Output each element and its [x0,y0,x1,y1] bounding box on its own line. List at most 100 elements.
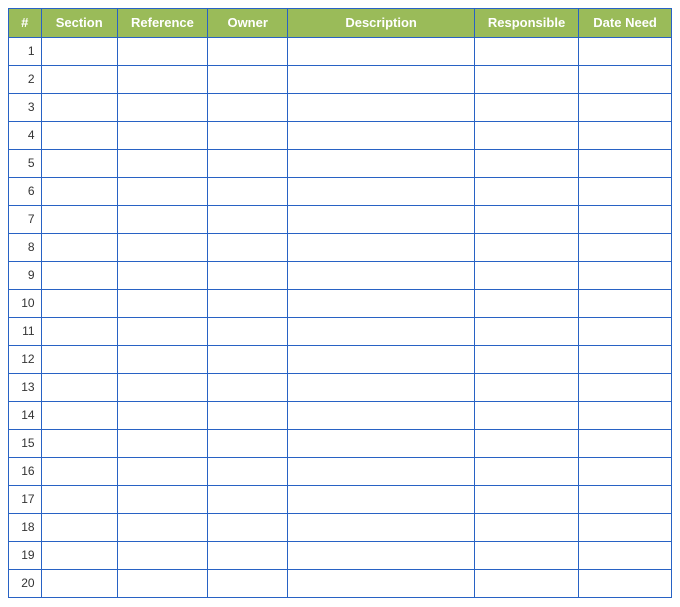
cell-date-need[interactable] [579,317,671,345]
cell-description[interactable] [288,121,475,149]
cell-num[interactable]: 9 [9,261,41,289]
cell-owner[interactable] [208,233,288,261]
cell-num[interactable]: 2 [9,65,41,93]
cell-reference[interactable] [117,93,207,121]
cell-section[interactable] [41,93,117,121]
cell-section[interactable] [41,177,117,205]
cell-section[interactable] [41,65,117,93]
cell-description[interactable] [288,457,475,485]
cell-section[interactable] [41,37,117,65]
cell-reference[interactable] [117,233,207,261]
cell-description[interactable] [288,541,475,569]
cell-section[interactable] [41,317,117,345]
cell-date-need[interactable] [579,233,671,261]
cell-date-need[interactable] [579,513,671,541]
cell-section[interactable] [41,373,117,401]
cell-responsible[interactable] [474,513,578,541]
cell-description[interactable] [288,149,475,177]
cell-num[interactable]: 10 [9,289,41,317]
cell-date-need[interactable] [579,401,671,429]
cell-section[interactable] [41,457,117,485]
cell-section[interactable] [41,261,117,289]
cell-num[interactable]: 15 [9,429,41,457]
cell-owner[interactable] [208,485,288,513]
cell-section[interactable] [41,205,117,233]
cell-description[interactable] [288,233,475,261]
cell-owner[interactable] [208,149,288,177]
cell-description[interactable] [288,485,475,513]
cell-responsible[interactable] [474,121,578,149]
cell-reference[interactable] [117,513,207,541]
cell-date-need[interactable] [579,205,671,233]
cell-num[interactable]: 1 [9,37,41,65]
cell-owner[interactable] [208,93,288,121]
cell-owner[interactable] [208,401,288,429]
cell-owner[interactable] [208,429,288,457]
cell-num[interactable]: 17 [9,485,41,513]
cell-reference[interactable] [117,485,207,513]
cell-owner[interactable] [208,373,288,401]
cell-reference[interactable] [117,37,207,65]
cell-responsible[interactable] [474,205,578,233]
cell-description[interactable] [288,373,475,401]
cell-num[interactable]: 19 [9,541,41,569]
cell-date-need[interactable] [579,373,671,401]
cell-owner[interactable] [208,289,288,317]
cell-num[interactable]: 13 [9,373,41,401]
cell-owner[interactable] [208,457,288,485]
cell-date-need[interactable] [579,485,671,513]
cell-reference[interactable] [117,205,207,233]
cell-description[interactable] [288,289,475,317]
cell-responsible[interactable] [474,177,578,205]
cell-section[interactable] [41,149,117,177]
cell-responsible[interactable] [474,65,578,93]
cell-reference[interactable] [117,317,207,345]
cell-num[interactable]: 6 [9,177,41,205]
cell-responsible[interactable] [474,569,578,597]
cell-responsible[interactable] [474,233,578,261]
cell-reference[interactable] [117,289,207,317]
cell-description[interactable] [288,65,475,93]
cell-reference[interactable] [117,177,207,205]
cell-num[interactable]: 11 [9,317,41,345]
cell-responsible[interactable] [474,261,578,289]
cell-description[interactable] [288,345,475,373]
cell-section[interactable] [41,513,117,541]
cell-owner[interactable] [208,121,288,149]
cell-owner[interactable] [208,345,288,373]
cell-reference[interactable] [117,401,207,429]
cell-owner[interactable] [208,513,288,541]
cell-description[interactable] [288,205,475,233]
cell-reference[interactable] [117,569,207,597]
cell-date-need[interactable] [579,65,671,93]
cell-num[interactable]: 8 [9,233,41,261]
cell-reference[interactable] [117,373,207,401]
cell-reference[interactable] [117,149,207,177]
cell-section[interactable] [41,345,117,373]
cell-date-need[interactable] [579,93,671,121]
cell-description[interactable] [288,401,475,429]
cell-owner[interactable] [208,37,288,65]
cell-owner[interactable] [208,65,288,93]
cell-reference[interactable] [117,541,207,569]
cell-responsible[interactable] [474,37,578,65]
cell-reference[interactable] [117,121,207,149]
cell-responsible[interactable] [474,373,578,401]
cell-num[interactable]: 4 [9,121,41,149]
cell-section[interactable] [41,541,117,569]
cell-responsible[interactable] [474,93,578,121]
cell-date-need[interactable] [579,541,671,569]
cell-owner[interactable] [208,177,288,205]
cell-num[interactable]: 14 [9,401,41,429]
cell-reference[interactable] [117,261,207,289]
cell-reference[interactable] [117,429,207,457]
cell-description[interactable] [288,317,475,345]
cell-description[interactable] [288,513,475,541]
cell-owner[interactable] [208,261,288,289]
cell-responsible[interactable] [474,149,578,177]
cell-date-need[interactable] [579,429,671,457]
cell-owner[interactable] [208,205,288,233]
cell-reference[interactable] [117,345,207,373]
cell-owner[interactable] [208,569,288,597]
cell-description[interactable] [288,429,475,457]
